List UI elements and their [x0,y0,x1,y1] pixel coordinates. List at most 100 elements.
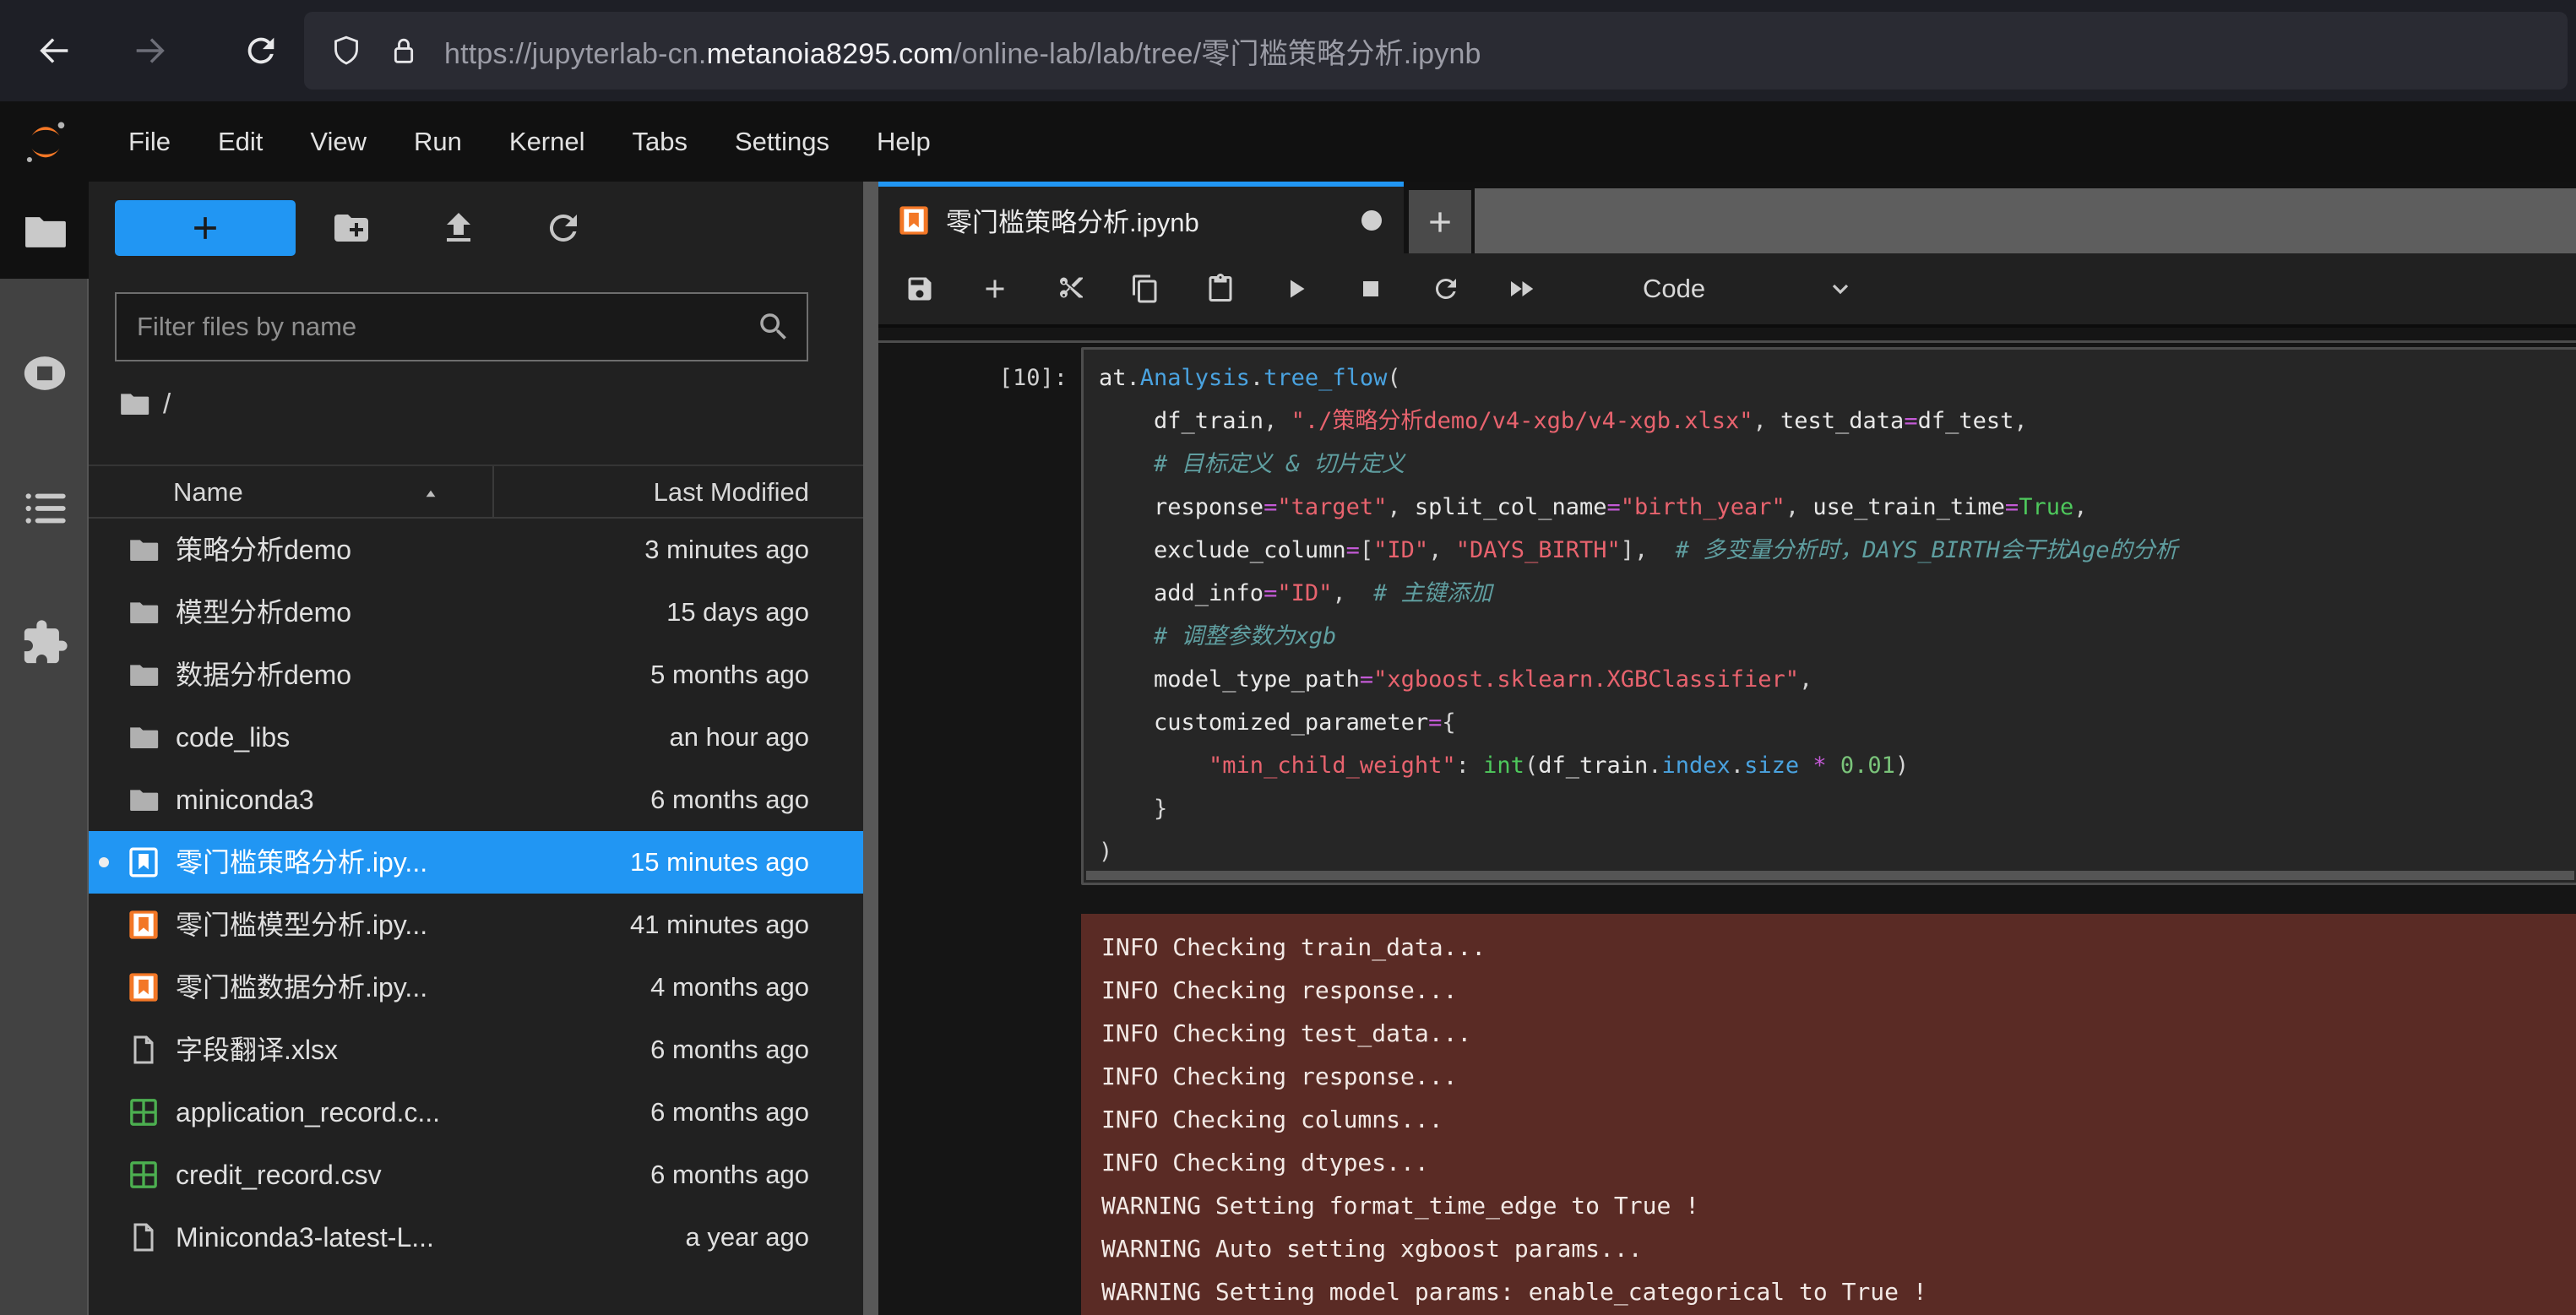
breadcrumb[interactable]: / [117,387,171,421]
file-name: code_libs [176,706,290,769]
save-button[interactable] [897,266,943,312]
file-row[interactable]: 字段翻译.xlsx6 months ago [89,1019,863,1081]
file-modified: 6 months ago [650,1081,809,1144]
menu-kernel[interactable]: Kernel [486,101,609,182]
url-text[interactable]: https://jupyterlab-cn.metanoia8295.com/o… [444,30,1481,72]
file-row[interactable]: 零门槛策略分析.ipy...15 minutes ago [89,831,863,894]
panel-splitter[interactable] [863,182,878,1315]
run-all-icon [1506,274,1536,304]
menu-help[interactable]: Help [853,101,954,182]
browser-toolbar: https://jupyterlab-cn.metanoia8295.com/o… [0,0,2576,101]
url-bar[interactable]: https://jupyterlab-cn.metanoia8295.com/o… [304,12,2568,90]
cell-type-value: Code [1643,274,1705,304]
code-line: add_info="ID", # 主键添加 [1099,572,2576,615]
forward-arrow-icon [130,31,169,70]
file-name: 零门槛数据分析.ipy... [176,956,427,1019]
file-row[interactable]: application_record.c...6 months ago [89,1081,863,1144]
insert-button[interactable] [972,266,1018,312]
menu-file[interactable]: File [105,101,194,182]
cut-button[interactable] [1047,266,1093,312]
plus-icon [187,209,224,247]
column-last-modified[interactable]: Last Modified [654,466,809,519]
output-line: INFO Checking train_data... [1101,926,2559,969]
file-row[interactable]: 零门槛数据分析.ipy... 4 months ago [89,956,863,1019]
sidebar-lower-panel [0,279,89,1315]
file-modified: 4 months ago [650,956,809,1019]
file-row[interactable]: 模型分析demo15 days ago [89,581,863,644]
home-folder-icon [117,387,151,421]
new-launcher-button[interactable] [115,200,296,256]
restart-icon [1431,274,1461,304]
browser-reload-button[interactable] [231,21,291,80]
main-content: / Name Last Modified 策略分析demo 3 minutes a… [0,182,2576,1315]
refresh-files-button[interactable] [543,208,584,248]
run-icon [1280,274,1311,304]
filter-files-input[interactable] [117,312,756,342]
paste-button[interactable] [1198,266,1243,312]
file-modified: a year ago [686,1206,810,1269]
file-name: Miniconda3-latest-L... [176,1206,434,1269]
upload-button[interactable] [438,208,479,248]
file-modified: 5 months ago [650,644,809,706]
copy-icon [1130,274,1160,304]
folder-icon [127,783,160,817]
extensions-icon[interactable] [20,618,69,667]
file-browser-icon[interactable] [20,207,69,256]
notebook-tab[interactable]: 零门槛策略分析.ipynb [878,182,1404,253]
file-row[interactable]: code_libsan hour ago [89,706,863,769]
file-row[interactable]: 数据分析demo5 months ago [89,644,863,706]
output-line: WARNING Auto setting xgboost params... [1101,1227,2559,1270]
folder-icon [127,658,160,692]
file-name: miniconda3 [176,769,314,831]
code-line: customized_parameter={ [1099,701,2576,744]
code-lines: at.Analysis.tree_flow( df_train, "./策略分析… [1099,356,2576,873]
code-line: "min_child_weight": int(df_train.index.s… [1099,744,2576,787]
menu-run[interactable]: Run [390,101,486,182]
file-row[interactable]: 零门槛模型分析.ipy...41 minutes ago [89,894,863,956]
csv-icon [127,1158,160,1192]
file-row[interactable]: Miniconda3-latest-L... a year ago [89,1206,863,1269]
kernel-running-dot [99,857,109,867]
file-modified: 41 minutes ago [630,894,809,956]
folder-icon [127,533,160,567]
file-list: 策略分析demo 3 minutes ago模型分析demo15 days ago… [89,519,863,1315]
restart-button[interactable] [1423,266,1469,312]
file-modified: 3 minutes ago [644,519,809,581]
tab-modified-dot[interactable] [1361,210,1382,231]
new-tab-button[interactable] [1409,190,1471,253]
browser-back-button[interactable] [25,21,84,80]
jupyter-logo [22,118,69,166]
menubar-items: FileEditViewRunKernelTabsSettingsHelp [105,101,954,182]
file-row[interactable]: miniconda36 months ago [89,769,863,831]
cut-icon [1055,274,1085,304]
stop-button[interactable] [1348,266,1394,312]
running-kernels-icon[interactable] [20,349,69,398]
file-name: 零门槛策略分析.ipy... [176,831,427,894]
code-line: # 目标定义 & 切片定义 [1099,443,2576,486]
cell-type-dropdown[interactable]: Code [1643,274,1854,304]
editor-horizontal-scrollbar[interactable] [1086,871,2574,880]
new-folder-button[interactable] [331,208,372,248]
menu-settings[interactable]: Settings [711,101,853,182]
shield-icon[interactable] [329,34,363,68]
breadcrumb-root[interactable]: / [163,388,171,420]
notebook-tab-icon [897,204,931,237]
activity-sidebar [0,182,89,1315]
file-modified: 6 months ago [650,1019,809,1081]
copy-button[interactable] [1122,266,1168,312]
column-name[interactable]: Name [173,466,243,519]
menu-tabs[interactable]: Tabs [609,101,711,182]
run-button[interactable] [1273,266,1318,312]
notebook-tab-title: 零门槛策略分析.ipynb [946,201,1199,239]
file-name: 策略分析demo [176,519,351,581]
run-all-button[interactable] [1498,266,1544,312]
file-row[interactable]: credit_record.csv6 months ago [89,1144,863,1206]
browser-forward-button[interactable] [120,21,179,80]
chevron-down-icon [1827,275,1854,302]
menu-view[interactable]: View [286,101,390,182]
cell-code-editor[interactable]: at.Analysis.tree_flow( df_train, "./策略分析… [1081,347,2576,885]
menu-edit[interactable]: Edit [194,101,286,182]
file-row[interactable]: 策略分析demo 3 minutes ago [89,519,863,581]
output-line: INFO Checking dtypes... [1101,1141,2559,1184]
table-of-contents-icon[interactable] [20,484,69,533]
